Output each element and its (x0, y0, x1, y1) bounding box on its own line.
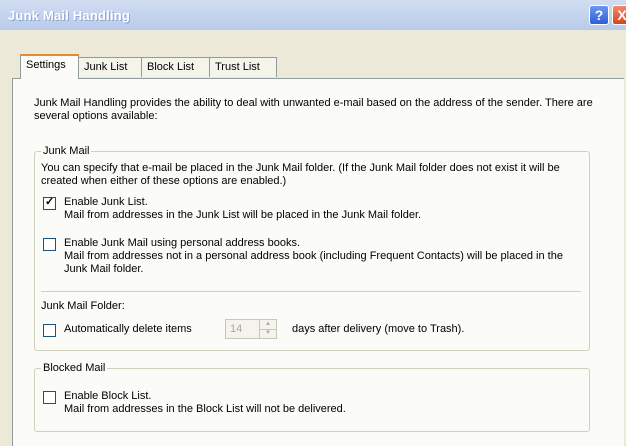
tab-settings[interactable]: Settings (20, 54, 79, 79)
dialog-body: Settings Junk List Block List Trust List… (0, 30, 626, 446)
tab-block-list[interactable]: Block List (141, 57, 210, 77)
auto-delete-suffix: days after delivery (move to Trash). (292, 323, 465, 335)
group-divider (41, 291, 581, 292)
junk-mail-folder-label: Junk Mail Folder: (41, 300, 125, 312)
junk-mail-group: Junk Mail You can specify that e-mail be… (34, 144, 590, 351)
intro-text: Junk Mail Handling provides the ability … (34, 97, 593, 122)
enable-junk-list-checkbox[interactable]: ✓ (43, 196, 56, 210)
window-title: Junk Mail Handling (8, 8, 131, 23)
tab-trust-list[interactable]: Trust List (209, 57, 277, 77)
tab-junk-list[interactable]: Junk List (78, 57, 142, 77)
enable-block-list-label[interactable]: Enable Block List. (64, 390, 584, 403)
close-icon: X (617, 7, 626, 23)
spinner-down-icon[interactable]: ▼ (260, 329, 276, 338)
blocked-mail-group: Blocked Mail Enable Block List. Mail fro… (34, 361, 590, 432)
junk-mail-description: You can specify that e-mail be placed in… (41, 162, 560, 187)
enable-personal-books-detail: Mail from addresses not in a personal ad… (64, 250, 563, 275)
help-button[interactable]: ? (589, 5, 609, 25)
checkmark-icon: ✓ (45, 196, 55, 208)
help-icon: ? (594, 7, 604, 23)
auto-delete-checkbox[interactable] (43, 324, 56, 337)
blocked-mail-legend: Blocked Mail (41, 361, 108, 375)
days-spinner[interactable]: 14 ▲ ▼ (225, 319, 277, 339)
tab-label: Block List (147, 61, 195, 73)
close-button[interactable]: X (612, 5, 626, 25)
auto-delete-label[interactable]: Automatically delete items (64, 323, 192, 336)
enable-junk-list-detail: Mail from addresses in the Junk List wil… (64, 209, 422, 221)
title-bar[interactable]: Junk Mail Handling ? X (0, 0, 626, 30)
tab-label: Junk List (84, 61, 128, 73)
enable-junk-list-label[interactable]: Enable Junk List. (64, 196, 584, 209)
enable-personal-books-checkbox[interactable] (43, 238, 56, 251)
days-value: 14 (230, 323, 243, 335)
tab-label: Trust List (215, 61, 260, 73)
enable-block-list-detail: Mail from addresses in the Block List wi… (64, 403, 346, 415)
junk-mail-legend: Junk Mail (41, 144, 92, 158)
spinner-buttons: ▲ ▼ (259, 320, 276, 338)
enable-block-list-checkbox[interactable] (43, 391, 56, 404)
tab-label: Settings (26, 59, 66, 71)
enable-personal-books-label[interactable]: Enable Junk Mail using personal address … (64, 237, 584, 250)
settings-panel: Junk Mail Handling provides the ability … (12, 78, 624, 446)
